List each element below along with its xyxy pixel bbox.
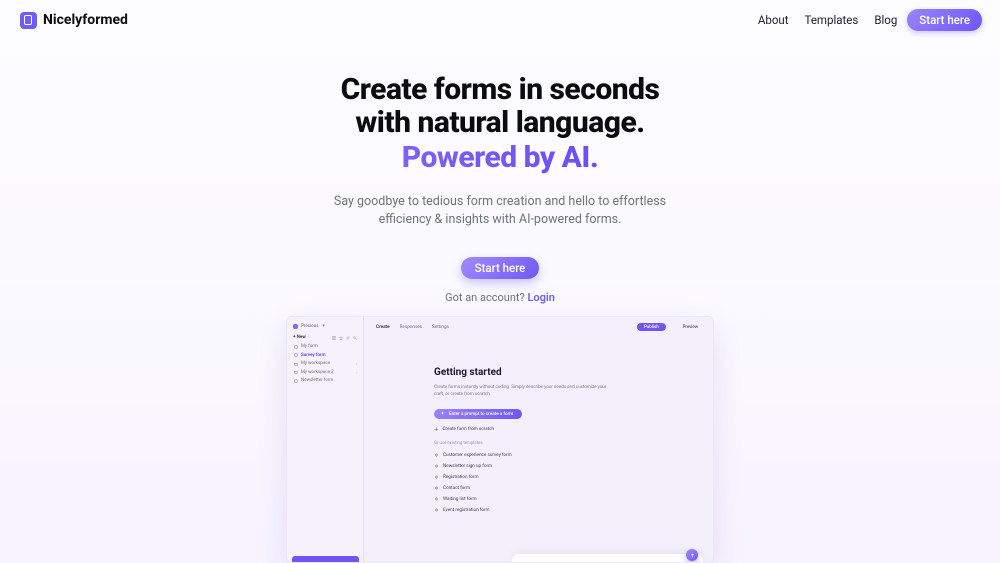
- sidebar-form-list: My form Survey form My workspace › My w: [287, 344, 363, 383]
- template-label: Contact form: [443, 486, 470, 491]
- send-button[interactable]: [686, 549, 698, 561]
- app-preview: Precious ▾ New: [286, 316, 714, 563]
- sidebar-item-form[interactable]: Newsletter form: [293, 378, 357, 383]
- sidebar-item-label: My form: [301, 344, 318, 349]
- getting-started-panel: Getting started Create forms instantly w…: [364, 337, 713, 513]
- sidebar-item-folder[interactable]: My workspace 2 ›: [293, 370, 357, 375]
- sort-icon[interactable]: [346, 336, 350, 340]
- template-item[interactable]: Event registration form: [434, 508, 699, 513]
- document-icon: [294, 353, 298, 357]
- template-item[interactable]: Customer experience survey form: [434, 453, 699, 458]
- getting-started-title: Getting started: [434, 367, 699, 378]
- brand-name: Nicelyformed: [43, 12, 128, 28]
- hero: Create forms in seconds with natural lan…: [0, 74, 1000, 304]
- subheadline: Say goodbye to tedious form creation and…: [0, 193, 1000, 229]
- headline-line-3: Powered by AI.: [0, 140, 1000, 175]
- chevron-right-icon: ›: [356, 370, 357, 375]
- preview-main: Create Responses Settings Publish Previe…: [364, 317, 713, 562]
- template-item[interactable]: Registration form: [434, 475, 699, 480]
- nav-link-templates[interactable]: Templates: [805, 13, 859, 27]
- getting-started-sub: Create forms instantly without coding. S…: [434, 385, 614, 398]
- headline-line-2: with natural language.: [0, 106, 1000, 139]
- template-item[interactable]: Contact form: [434, 486, 699, 491]
- chevron-down-icon: ▾: [323, 323, 326, 329]
- sidebar-item-form[interactable]: My form: [293, 344, 357, 349]
- templates-hint: Or use existing templates: [434, 441, 699, 446]
- preview-sidebar: Precious ▾ New: [287, 317, 364, 562]
- sidebar-item-label: My workspace 2: [301, 370, 334, 375]
- workspace-avatar-icon: [293, 324, 298, 329]
- new-form-button[interactable]: New: [293, 335, 306, 340]
- enter-prompt-button[interactable]: Enter a prompt to create a form: [434, 409, 522, 419]
- nav-links: About Templates Blog: [758, 13, 897, 27]
- login-prefix: Got an account?: [445, 291, 527, 304]
- folder-icon: [294, 370, 298, 374]
- sidebar-item-label: Newsletter form: [301, 378, 333, 383]
- sidebar-item-folder[interactable]: My workspace ›: [293, 361, 357, 366]
- plus-icon: [434, 427, 439, 432]
- template-label: Registration form: [443, 475, 479, 480]
- template-label: Newsletter sign up form: [443, 464, 492, 469]
- scratch-label: Create form from scratch: [443, 427, 495, 432]
- headline-line-1: Create forms in seconds: [0, 74, 1000, 106]
- document-icon: [294, 345, 298, 349]
- publish-button[interactable]: Publish: [637, 323, 666, 331]
- chevron-right-icon: ›: [356, 361, 357, 366]
- sparkle-icon: [434, 486, 439, 491]
- nav-cta-button[interactable]: Start here: [907, 9, 982, 31]
- tab-responses[interactable]: Responses: [400, 325, 423, 330]
- sparkle-icon: [434, 508, 439, 513]
- template-list: Customer experience survey form Newslett…: [434, 453, 699, 513]
- brand-logo-icon: [20, 12, 37, 29]
- prompt-input[interactable]: [512, 554, 703, 563]
- nav-link-about[interactable]: About: [758, 13, 789, 27]
- document-icon: [294, 379, 298, 383]
- sparkle-icon: [434, 475, 439, 480]
- nav-link-blog[interactable]: Blog: [874, 13, 897, 27]
- sidebar-item-form[interactable]: Survey form: [293, 353, 357, 358]
- workspace-switcher[interactable]: Precious ▾: [287, 323, 363, 329]
- template-label: Event registration form: [443, 508, 490, 513]
- preview-button[interactable]: Preview: [676, 323, 705, 331]
- enter-prompt-label: Enter a prompt to create a form: [449, 412, 513, 417]
- top-nav: Nicelyformed About Templates Blog Start …: [0, 6, 1000, 34]
- sparkle-icon: [434, 453, 439, 458]
- arrow-up-icon: [690, 553, 695, 558]
- subheadline-line-1: Say goodbye to tedious form creation and…: [334, 194, 666, 209]
- template-item[interactable]: Waiting list form: [434, 497, 699, 502]
- template-label: Customer experience survey form: [443, 453, 512, 458]
- search-icon[interactable]: [353, 336, 357, 340]
- template-label: Waiting list form: [443, 497, 477, 502]
- sparkle-icon: [434, 497, 439, 502]
- folder-icon: [294, 362, 298, 366]
- workspace-name: Precious: [301, 324, 319, 329]
- create-from-scratch-button[interactable]: Create form from scratch: [434, 427, 699, 432]
- sidebar-promo-banner[interactable]: [292, 556, 359, 563]
- subheadline-line-2: efficiency & insights with AI-powered fo…: [379, 212, 622, 227]
- template-item[interactable]: Newsletter sign up form: [434, 464, 699, 469]
- tab-settings[interactable]: Settings: [432, 325, 449, 330]
- sidebar-item-label: My workspace: [301, 361, 330, 366]
- hero-cta-button[interactable]: Start here: [461, 257, 540, 279]
- list-icon[interactable]: [332, 336, 336, 340]
- login-link[interactable]: Login: [527, 291, 554, 304]
- login-row: Got an account? Login: [0, 291, 1000, 304]
- star-icon[interactable]: [339, 336, 343, 340]
- sparkle-icon: [440, 411, 445, 418]
- preview-topbar: Create Responses Settings Publish Previe…: [364, 317, 713, 337]
- sparkle-icon: [434, 464, 439, 469]
- sidebar-item-label: Survey form: [301, 353, 326, 358]
- tab-create[interactable]: Create: [376, 325, 390, 330]
- brand[interactable]: Nicelyformed: [20, 12, 128, 29]
